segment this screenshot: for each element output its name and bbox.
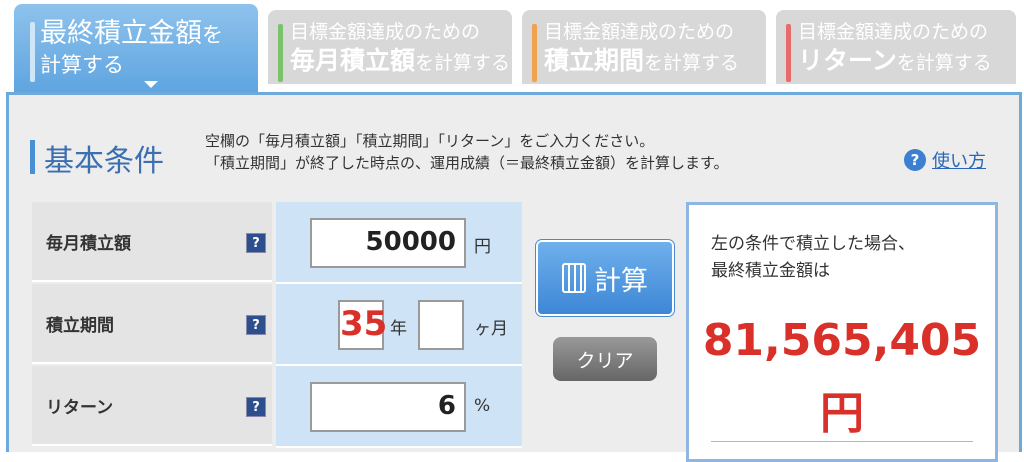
- tab-accent-bar: [278, 24, 283, 82]
- tab-title: 最終積立金額: [40, 18, 202, 49]
- calc-tabs: 最終積立金額を 計算する 目標金額達成のための 毎月積立額を計算する 目標金額達…: [0, 0, 1024, 92]
- tab-subtitle: 目標金額達成のための: [290, 21, 481, 43]
- tab-subtitle: 計算する: [40, 53, 124, 77]
- section-accent-bar: [30, 140, 35, 174]
- result-box: 左の条件で積立した場合、 最終積立金額は 81,565,405 円: [686, 202, 998, 462]
- calculator-icon: [562, 263, 586, 293]
- result-text: 左の条件で積立した場合、 最終積立金額は: [711, 231, 915, 285]
- tab-accent-bar: [786, 24, 791, 82]
- question-icon[interactable]: ?: [246, 397, 266, 417]
- question-icon[interactable]: ?: [246, 233, 266, 253]
- result-line-2: 最終積立金額は: [711, 261, 830, 281]
- monthly-amount-label: 毎月積立額: [32, 202, 272, 282]
- monthly-amount-cell: 50000 円: [276, 202, 522, 284]
- calculate-label: 計算: [594, 265, 648, 297]
- percent-unit: %: [474, 396, 491, 416]
- tab-accent-bar: [30, 22, 35, 82]
- section-description: 空欄の「毎月積立額」「積立期間」「リターン」をご入力ください。 「積立期間」が終…: [205, 130, 729, 174]
- help-link[interactable]: ? 使い方: [904, 147, 986, 173]
- tab-title-suffix: を計算する: [415, 52, 511, 74]
- return-input[interactable]: 6: [310, 382, 466, 432]
- months-unit: ヶ月: [474, 319, 508, 339]
- tab-title-suffix: を: [202, 23, 223, 47]
- period-years-input[interactable]: 35: [338, 300, 387, 350]
- row-period: 積立期間 ? 35 年 ヶ月: [32, 284, 522, 366]
- tab-title-suffix: を計算する: [644, 52, 740, 74]
- result-divider: [711, 441, 973, 442]
- return-cell: 6 %: [276, 366, 522, 448]
- question-icon[interactable]: ?: [246, 315, 266, 335]
- result-amount: 81,565,405: [702, 315, 982, 366]
- help-icon: ?: [904, 149, 926, 171]
- row-return: リターン ? 6 %: [32, 366, 522, 448]
- tab-return[interactable]: 目標金額達成のための リターンを計算する: [776, 10, 1016, 84]
- tab-subtitle: 目標金額達成のための: [544, 21, 735, 43]
- description-line-2: 「積立期間」が終了した時点の、運用成績（＝最終積立金額）を計算します。: [205, 154, 729, 172]
- caret-down-icon: [144, 81, 158, 88]
- row-monthly-amount: 毎月積立額 ? 50000 円: [32, 202, 522, 284]
- description-line-1: 空欄の「毎月積立額」「積立期間」「リターン」をご入力ください。: [205, 132, 655, 150]
- calculate-button[interactable]: 計算: [538, 242, 672, 314]
- tab-title: 毎月積立額: [290, 46, 416, 75]
- tab-accent-bar: [532, 24, 537, 82]
- period-months-input[interactable]: [418, 300, 464, 350]
- tab-final-amount[interactable]: 最終積立金額を 計算する: [14, 4, 258, 92]
- period-cell: 35 年 ヶ月: [276, 284, 522, 366]
- yen-unit: 円: [474, 237, 491, 257]
- help-label: 使い方: [932, 151, 986, 172]
- tab-title: リターン: [798, 46, 897, 75]
- period-label: 積立期間: [32, 284, 272, 364]
- section-title: 基本条件: [44, 144, 164, 179]
- tab-period[interactable]: 目標金額達成のための 積立期間を計算する: [522, 10, 766, 84]
- clear-button[interactable]: クリア: [553, 337, 657, 381]
- result-unit: 円: [820, 388, 864, 439]
- monthly-amount-input[interactable]: 50000: [310, 218, 466, 268]
- tab-subtitle: 目標金額達成のための: [798, 21, 989, 43]
- tab-monthly-amount[interactable]: 目標金額達成のための 毎月積立額を計算する: [268, 10, 512, 84]
- result-line-1: 左の条件で積立した場合、: [711, 234, 915, 254]
- tab-title-suffix: を計算する: [896, 52, 992, 74]
- years-unit: 年: [390, 319, 407, 339]
- tab-title: 積立期間: [544, 46, 645, 75]
- return-label: リターン: [32, 366, 272, 446]
